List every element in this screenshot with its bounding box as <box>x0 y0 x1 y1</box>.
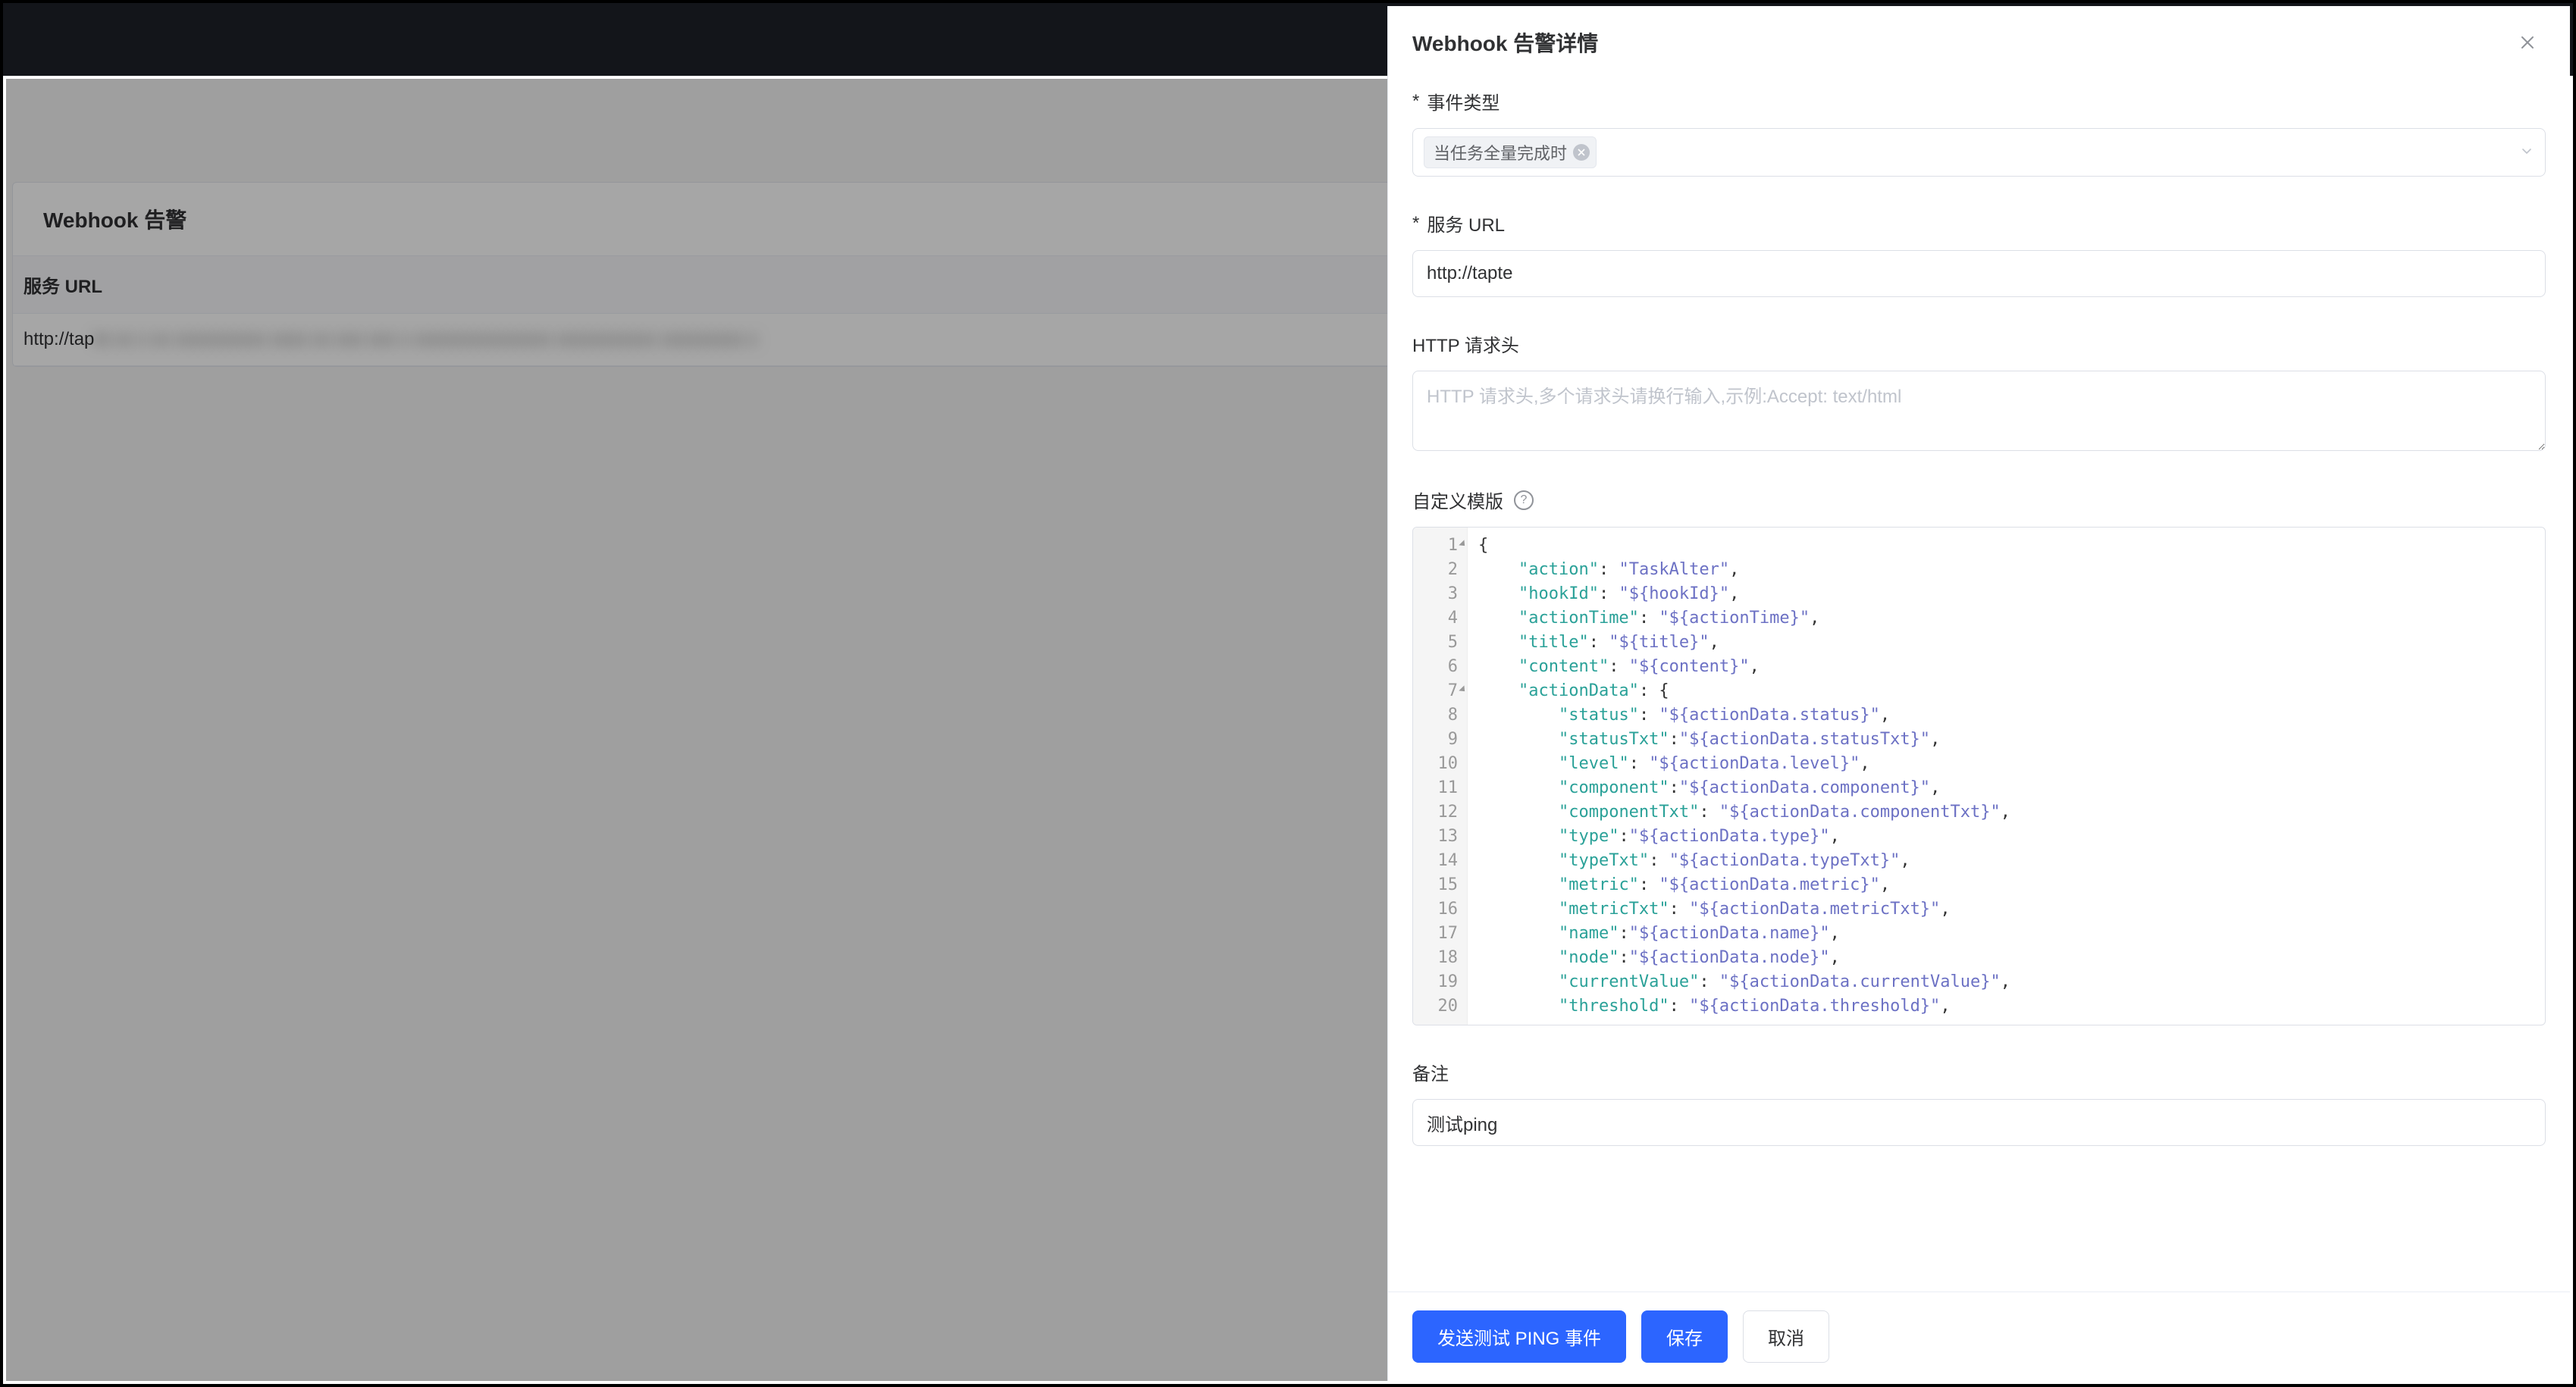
save-button[interactable]: 保存 <box>1641 1310 1728 1363</box>
label-custom-template-text: 自定义模版 <box>1412 487 1503 513</box>
event-type-tag: 当任务全量完成时 <box>1424 136 1597 168</box>
drawer-title: Webhook 告警详情 <box>1412 27 1598 58</box>
close-icon <box>2518 33 2537 52</box>
template-code-editor[interactable]: 1234567891011121314151617181920 { "actio… <box>1412 527 2546 1025</box>
label-remark: 备注 <box>1412 1059 2546 1085</box>
event-type-tag-label: 当任务全量完成时 <box>1434 140 1567 164</box>
event-type-select[interactable]: 当任务全量完成时 <box>1412 128 2546 177</box>
label-http-headers: HTTP 请求头 <box>1412 330 2546 357</box>
label-service-url: 服务 URL <box>1412 210 2546 236</box>
http-headers-textarea[interactable] <box>1412 371 2546 451</box>
send-test-ping-button[interactable]: 发送测试 PING 事件 <box>1412 1310 1626 1363</box>
label-event-type: 事件类型 <box>1412 88 2546 114</box>
tag-remove-button[interactable] <box>1573 144 1590 161</box>
chevron-down-icon <box>2519 144 2534 161</box>
webhook-detail-drawer: Webhook 告警详情 事件类型 当任务全量完成时 <box>1387 6 2570 1381</box>
close-icon <box>1578 149 1585 156</box>
remark-input[interactable] <box>1412 1099 2546 1146</box>
cancel-button[interactable]: 取消 <box>1743 1310 1829 1363</box>
service-url-input[interactable] <box>1412 250 2546 297</box>
close-button[interactable] <box>2515 30 2540 55</box>
label-custom-template: 自定义模版 ? <box>1412 487 2546 513</box>
help-icon[interactable]: ? <box>1514 490 1534 510</box>
